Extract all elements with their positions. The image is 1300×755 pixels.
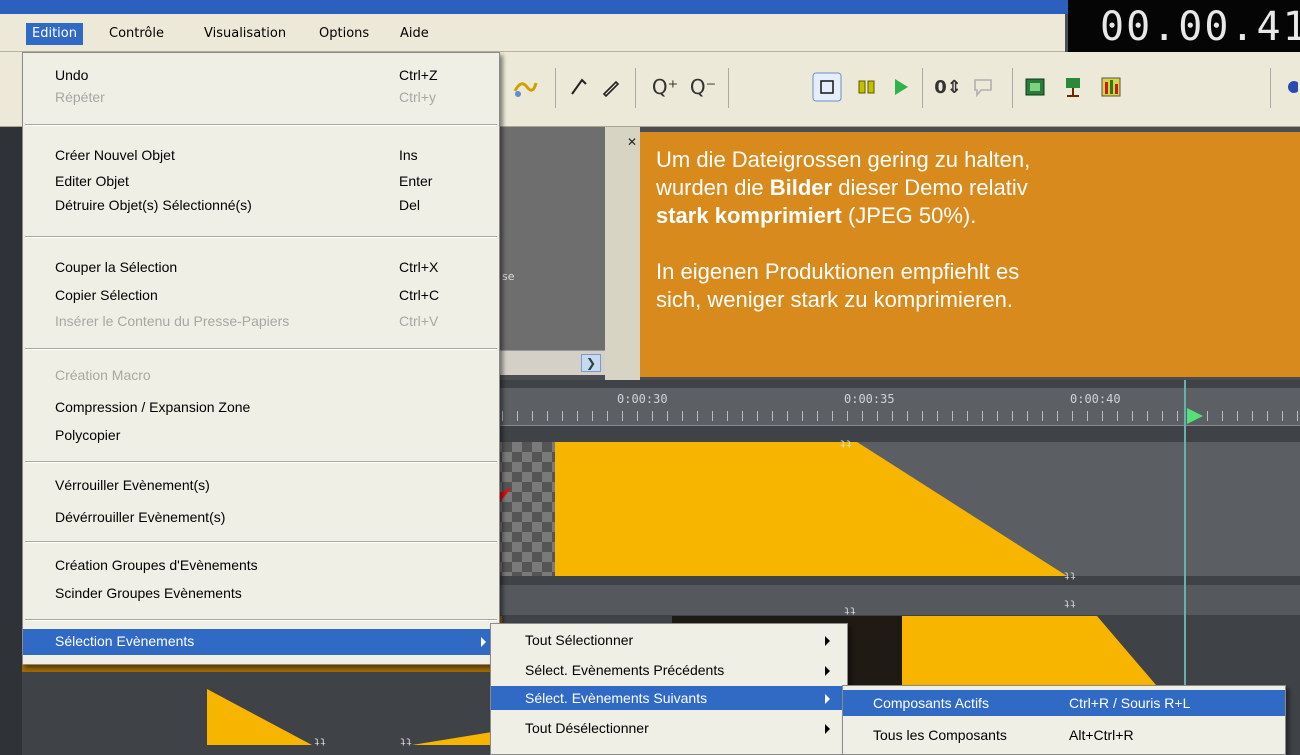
info-note: Um die Dateigrossen gering zu halten, wu…	[640, 132, 1300, 377]
app-window: Edition Contrôle Visualisation Options A…	[0, 0, 1300, 755]
scroll-right-icon[interactable]: ❯	[581, 354, 601, 372]
menu-aide[interactable]: Aide	[394, 23, 435, 45]
submenu-arrow-icon	[825, 636, 830, 646]
menu-edition[interactable]: Edition	[26, 23, 83, 45]
balloon-icon[interactable]	[968, 72, 998, 102]
left-panel	[0, 127, 22, 755]
submenu-tous-composants[interactable]: Tous les Composants Alt+Ctrl+R	[843, 722, 1285, 748]
menu-item-compression-zone[interactable]: Compression / Expansion Zone	[23, 397, 499, 419]
menu-options[interactable]: Options	[313, 23, 375, 45]
keyframe-marker: ʇʇ	[844, 605, 857, 616]
menu-item-detruire-objets[interactable]: Détruire Objet(s) Sélectionné(s) Del	[23, 195, 499, 217]
submenu-arrow-icon	[481, 637, 486, 647]
menu-item-creer-objet[interactable]: Créer Nouvel Objet Ins	[23, 145, 499, 167]
pause-icon[interactable]	[852, 72, 882, 102]
play-icon[interactable]	[886, 72, 916, 102]
projector-icon[interactable]	[1058, 72, 1088, 102]
close-icon[interactable]: ✕	[627, 135, 637, 149]
pen-tool-icon[interactable]	[597, 72, 625, 102]
info-line-4: In eigenen Produktionen empfiehlt es	[656, 259, 1020, 284]
submenu-arrow-icon	[825, 724, 830, 734]
menu-controle[interactable]: Contrôle	[103, 23, 170, 45]
object-panel-text: se	[502, 270, 515, 283]
counter-icon[interactable]: 0⇕	[928, 72, 968, 102]
ruler-label: 0:00:30	[617, 392, 668, 406]
zoom-in-icon[interactable]: Q⁺	[648, 72, 682, 102]
keyframe-marker: ʇʇ	[1064, 570, 1077, 581]
submenu-tout-selectionner[interactable]: Tout Sélectionner	[491, 628, 847, 652]
select-box-icon[interactable]	[810, 72, 844, 102]
menu-item-couper[interactable]: Couper la Sélection Ctrl+X	[23, 257, 499, 279]
morph-tool-icon[interactable]	[510, 72, 540, 102]
playhead-marker-icon[interactable]	[1187, 408, 1203, 424]
menu-visualisation[interactable]: Visualisation	[198, 23, 292, 45]
menu-item-repeter: Répéter Ctrl+y	[55, 89, 436, 105]
levels-icon[interactable]	[1096, 72, 1126, 102]
menu-bar: Edition Contrôle Visualisation Options A…	[0, 14, 1065, 52]
info-line-1: Um die Dateigrossen gering zu halten,	[656, 147, 1031, 172]
extra-tool-icon[interactable]	[1282, 72, 1300, 102]
info-line-5: sich, weniger stark zu komprimieren.	[656, 287, 1014, 312]
submenu-evenements-suivants[interactable]: Sélect. Evènements Suivants	[491, 686, 847, 710]
submenu-arrow-icon	[825, 694, 830, 704]
line-tool-icon[interactable]	[565, 72, 593, 102]
info-line-3: stark komprimiert (JPEG 50%).	[656, 203, 977, 228]
menu-item-creation-groupes[interactable]: Création Groupes d'Evènements	[23, 555, 499, 577]
ruler-label: 0:00:35	[844, 392, 895, 406]
keyframe-marker: ʇʇ	[840, 438, 853, 449]
selection-submenu: Tout Sélectionner Sélect. Evènements Pré…	[490, 623, 848, 755]
menu-item-scinder-groupes[interactable]: Scinder Groupes Evènements	[23, 583, 499, 605]
menu-item-polycopier[interactable]: Polycopier	[23, 425, 499, 447]
submenu-evenements-precedents[interactable]: Sélect. Evènements Précédents	[491, 658, 847, 682]
submenu-arrow-icon	[825, 666, 830, 676]
panel-divider[interactable]	[605, 127, 640, 385]
menu-item-inserer: Insérer le Contenu du Presse-Papiers Ctrl…	[55, 313, 439, 329]
menu-item-creation-macro: Création Macro	[55, 367, 151, 383]
edition-menu: Undo Ctrl+Z Répéter Ctrl+y Créer Nouvel Ob…	[22, 52, 500, 665]
submenu-tout-deselectionner[interactable]: Tout Désélectionner	[491, 716, 847, 740]
menu-item-selection-evenements[interactable]: Sélection Evènements	[23, 629, 499, 655]
menu-item-editer-objet[interactable]: Editer Objet Enter	[23, 171, 499, 193]
menu-item-copier[interactable]: Copier Sélection Ctrl+C	[23, 285, 499, 307]
info-line-2: wurden die Bilder dieser Demo relativ	[656, 175, 1028, 200]
keyframe-marker: ʇʇ	[1064, 598, 1077, 609]
screen-icon[interactable]	[1020, 72, 1050, 102]
menu-item-verrouiller[interactable]: Vérrouiller Evènement(s)	[23, 475, 499, 497]
menu-item-deverrouiller[interactable]: Dévérrouiller Evènement(s)	[23, 507, 499, 529]
menu-item-undo[interactable]: Undo Ctrl+Z	[23, 65, 499, 87]
suivants-submenu: Composants Actifs Ctrl+R / Souris R+L Tou…	[842, 685, 1286, 755]
timecode-display: 00.00.41	[1068, 0, 1300, 55]
ruler-label: 0:00:40	[1070, 392, 1121, 406]
submenu-composants-actifs[interactable]: Composants Actifs Ctrl+R / Souris R+L	[843, 690, 1285, 716]
zoom-out-icon[interactable]: Q⁻	[686, 72, 720, 102]
keyframe-marker: ʇʇ	[314, 736, 327, 747]
keyframe-marker: ʇʇ	[400, 736, 413, 747]
